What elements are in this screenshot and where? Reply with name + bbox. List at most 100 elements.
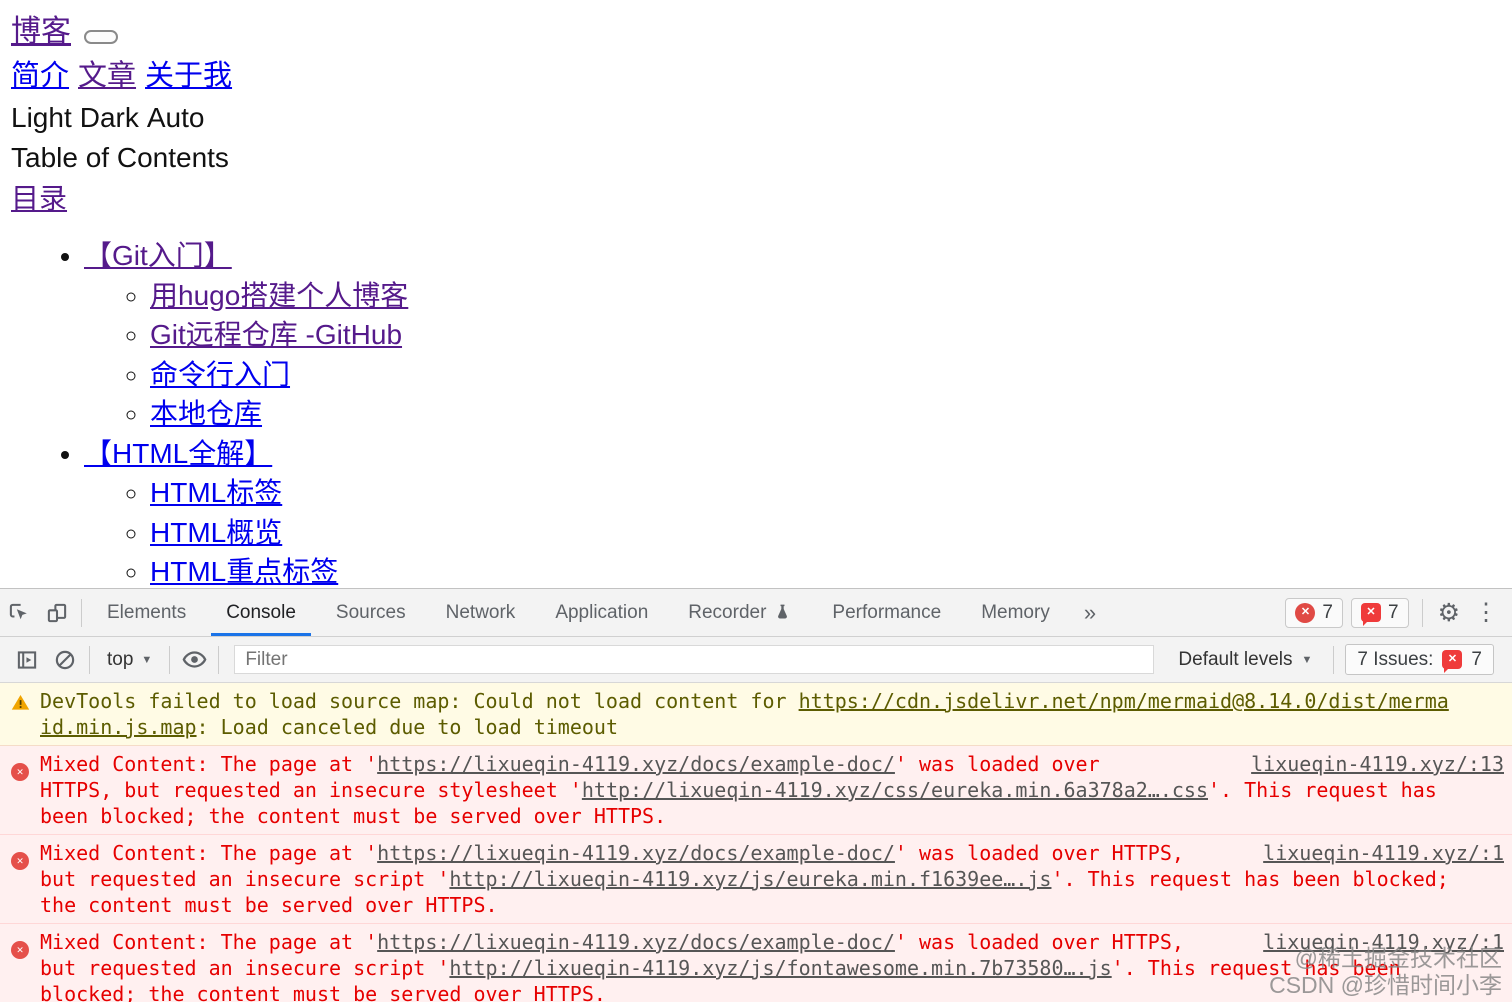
toc-link[interactable]: HTML概览: [150, 517, 282, 548]
toc-top-link[interactable]: 目录: [11, 183, 67, 214]
theme-option-auto[interactable]: Auto: [147, 102, 205, 133]
source-location-link[interactable]: lixueqin-4119.xyz/:1: [1263, 840, 1504, 866]
tab-application[interactable]: Application: [535, 589, 668, 636]
console-text: but requested an insecure script ': [40, 956, 450, 980]
toc-link[interactable]: Git远程仓库 -GitHub: [150, 319, 402, 350]
live-expression-eye-icon[interactable]: [175, 643, 213, 677]
console-link[interactable]: https://lixueqin-4119.xyz/docs/example-d…: [377, 841, 895, 865]
console-link[interactable]: https://cdn.jsdelivr.net/npm/mermaid@8.1…: [799, 689, 1449, 713]
toc-subitem: HTML概览: [150, 513, 1512, 553]
nav-link[interactable]: 简介: [11, 60, 69, 92]
console-link[interactable]: id.min.js.map: [40, 715, 197, 739]
toc-subitem: 本地仓库: [150, 394, 1512, 434]
tab-label: Application: [555, 601, 649, 623]
context-selector[interactable]: top ▼: [95, 649, 164, 671]
tab-memory[interactable]: Memory: [961, 589, 1070, 636]
console-message-line: the content must be served over HTTPS.: [40, 892, 1504, 918]
tab-sources[interactable]: Sources: [316, 589, 426, 636]
overflow-menu-icon[interactable]: ⋮: [1470, 598, 1506, 627]
toc-link[interactable]: 用hugo搭建个人博客: [150, 280, 408, 311]
console-message-line: HTTPS, but requested an insecure stylesh…: [40, 777, 1504, 803]
tab-label: Memory: [981, 601, 1050, 623]
toc-link[interactable]: HTML标签: [150, 477, 282, 508]
tab-label: Elements: [107, 601, 187, 623]
console-text: '. This request has been: [1111, 956, 1401, 980]
divider: [1333, 645, 1335, 674]
theme-option-dark[interactable]: Dark: [80, 102, 139, 133]
tab-performance[interactable]: Performance: [812, 589, 961, 636]
tab-elements[interactable]: Elements: [87, 589, 206, 636]
error-count: 7: [1322, 601, 1333, 623]
console-text: the content must be served over HTTPS.: [40, 893, 498, 917]
tab-label: Sources: [335, 601, 406, 623]
tab-network[interactable]: Network: [426, 589, 536, 636]
console-message-line: DevTools failed to load source map: Coul…: [40, 688, 1504, 714]
nav-link[interactable]: 关于我: [145, 60, 232, 92]
toc-subitem: HTML标签: [150, 473, 1512, 513]
toc-subitem: Git远程仓库 -GitHub: [150, 315, 1512, 355]
divider: [169, 645, 171, 674]
filter-input[interactable]: [234, 645, 1155, 674]
menu-toggle-pill[interactable]: [84, 30, 118, 44]
more-tabs-button[interactable]: »: [1070, 600, 1110, 626]
toc-sublist: HTML标签 HTML概览 HTML重点标签: [84, 473, 1512, 588]
console-link[interactable]: https://lixueqin-4119.xyz/docs/example-d…: [377, 930, 895, 954]
chevron-down-icon: ▼: [141, 653, 153, 666]
tab-recorder[interactable]: Recorder: [668, 589, 812, 636]
nav-link[interactable]: 文章: [78, 60, 136, 92]
issues-button[interactable]: 7 Issues: ✕ 7: [1345, 644, 1494, 675]
issue-count: 7: [1388, 601, 1399, 623]
log-levels-dropdown[interactable]: Default levels ▼: [1156, 649, 1328, 671]
console-message-line: but requested an insecure script 'http:/…: [40, 866, 1504, 892]
console-text: HTTPS, but requested an insecure stylesh…: [40, 778, 582, 802]
toc-link[interactable]: 命令行入门: [150, 359, 290, 390]
error-icon: ✕: [1295, 602, 1316, 623]
toc-link[interactable]: 【Git入门】: [84, 240, 232, 271]
toc-link[interactable]: 【HTML全解】: [84, 438, 272, 469]
error-count-badge[interactable]: ✕ 7: [1285, 597, 1343, 628]
issue-count-badge[interactable]: ✕ 7: [1351, 597, 1409, 628]
issues-icon: ✕: [1442, 650, 1463, 673]
blog-page: 博客 简介 文章 关于我 Light Dark Auto Table of Conten…: [0, 0, 1512, 588]
console-text: ' was loaded over HTTPS,: [894, 930, 1184, 954]
source-location-link[interactable]: lixueqin-4119.xyz/:1: [1263, 929, 1504, 955]
error-circle-glyph: ✕: [11, 762, 29, 781]
toc-subitem: 命令行入门: [150, 355, 1512, 395]
brand-link[interactable]: 博客: [11, 10, 71, 54]
toc-item: 【HTML全解】 HTML标签 HTML概览 HTML重点标签: [84, 434, 1512, 589]
console-link[interactable]: http://lixueqin-4119.xyz/css/eureka.min.…: [582, 778, 1208, 802]
error-circle-glyph: ✕: [11, 940, 29, 959]
issues-icon: ✕: [1361, 603, 1381, 626]
settings-gear-icon[interactable]: ⚙: [1428, 598, 1470, 628]
device-toolbar-icon[interactable]: [38, 596, 76, 630]
toc-link[interactable]: 本地仓库: [150, 398, 262, 429]
tab-label: Network: [445, 601, 516, 623]
console-text: blocked; the content must be served over…: [40, 982, 606, 1002]
source-location-link[interactable]: lixueqin-4119.xyz/:13: [1251, 751, 1504, 777]
toc-item: 【Git入门】用hugo搭建个人博客 Git远程仓库 -GitHub 命令行入门本地…: [84, 236, 1512, 434]
console-message-line: been blocked; the content must be served…: [40, 803, 1504, 829]
console-link[interactable]: http://lixueqin-4119.xyz/js/eureka.min.f…: [449, 867, 1051, 891]
toc-heading: Table of Contents: [11, 142, 229, 173]
console-sidebar-toggle-icon[interactable]: [8, 643, 46, 677]
console-text: '. This request has: [1208, 778, 1437, 802]
toc-subitem: 用hugo搭建个人博客: [150, 276, 1512, 316]
console-text: DevTools failed to load source map: Coul…: [40, 689, 799, 713]
console-message-line: lixueqin-4119.xyz/:1 Mixed Content: The p…: [40, 840, 1504, 866]
toc-link[interactable]: HTML重点标签: [150, 556, 338, 587]
tab-label: Console: [226, 601, 296, 623]
clear-console-icon[interactable]: [46, 643, 84, 677]
site-nav: 简介 文章 关于我: [11, 54, 1512, 98]
console-message-line: lixueqin-4119.xyz/:13 Mixed Content: The …: [40, 751, 1504, 777]
console-text: Mixed Content: The page at ': [40, 752, 378, 776]
console-link[interactable]: https://lixueqin-4119.xyz/docs/example-d…: [377, 752, 895, 776]
levels-label: Default levels: [1178, 648, 1293, 670]
tab-console[interactable]: Console: [206, 589, 316, 636]
issues-label: 7 Issues:: [1357, 648, 1434, 670]
tab-label: Performance: [832, 601, 942, 623]
inspect-element-icon[interactable]: [0, 596, 38, 630]
theme-switcher: Light Dark Auto: [11, 98, 1512, 138]
console-text: ' was loaded over HTTPS,: [894, 841, 1184, 865]
theme-option-light[interactable]: Light: [11, 102, 72, 133]
console-link[interactable]: http://lixueqin-4119.xyz/js/fontawesome.…: [449, 956, 1111, 980]
